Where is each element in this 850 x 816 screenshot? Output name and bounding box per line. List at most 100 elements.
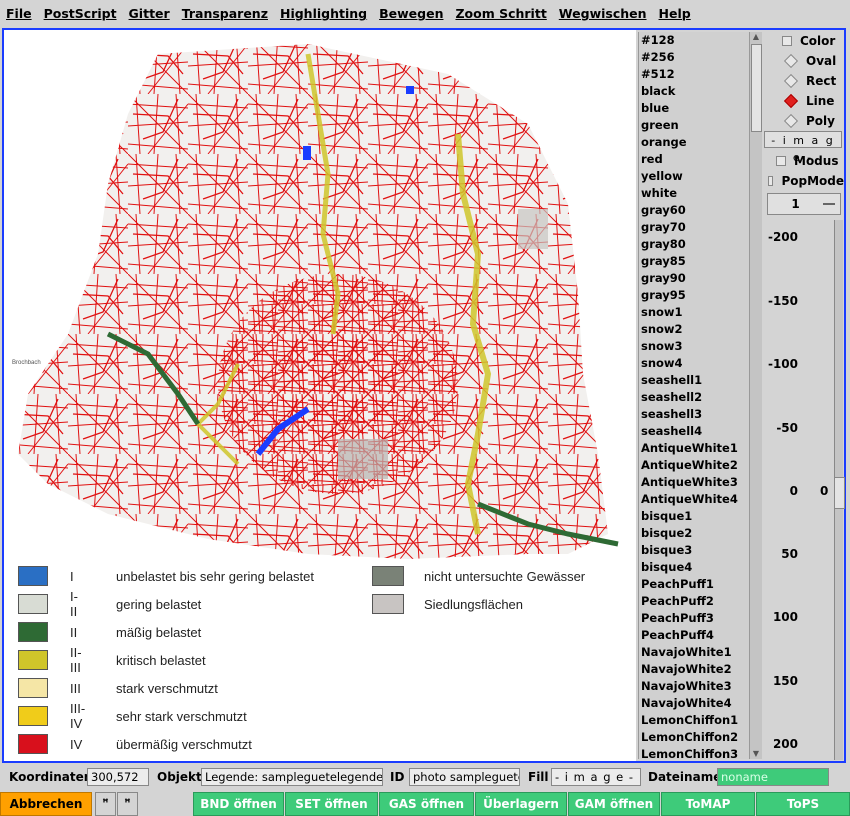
shape-radio-line[interactable]: Line [762, 92, 844, 110]
color-list-item[interactable]: bisque1 [639, 508, 749, 525]
color-list-item[interactable]: AntiqueWhite3 [639, 474, 749, 491]
legend-text: übermäßig verschmutzt [116, 736, 252, 752]
slider-handle[interactable] [834, 477, 845, 509]
menu-file[interactable]: File [0, 6, 38, 21]
color-list-item[interactable]: LemonChiffon1 [639, 712, 749, 729]
color-list-item[interactable]: snow3 [639, 338, 749, 355]
legend-row-5: III stark verschmutzt [18, 678, 218, 698]
color-list[interactable]: #128 #256 #512 black blue green orange red yello… [638, 32, 750, 759]
legend-text: stark verschmutzt [116, 680, 218, 696]
menu-postscript[interactable]: PostScript [38, 6, 123, 21]
color-list-item[interactable]: seashell2 [639, 389, 749, 406]
color-list-item[interactable]: PeachPuff4 [639, 627, 749, 644]
menu-help[interactable]: Help [653, 6, 697, 21]
color-list-item[interactable]: black [639, 83, 749, 100]
color-list-item[interactable]: #256 [639, 49, 749, 66]
abbrechen-button[interactable]: Abbrechen [0, 792, 92, 816]
color-list-item[interactable]: gray85 [639, 253, 749, 270]
color-list-item[interactable]: gray70 [639, 219, 749, 236]
color-list-item[interactable]: NavajoWhite4 [639, 695, 749, 712]
checkbox-icon [776, 156, 786, 166]
gam-oeffnen-button[interactable]: GAM öffnen [568, 792, 660, 816]
menu-zoom-schritt[interactable]: Zoom Schritt [449, 6, 552, 21]
scale-tick: 100 [772, 610, 798, 624]
color-list-item[interactable]: orange [639, 134, 749, 151]
color-list-item[interactable]: gray60 [639, 202, 749, 219]
scroll-up-arrow-icon[interactable]: ▲ [751, 32, 761, 42]
scale-tick: 200 [772, 737, 798, 751]
drawing-canvas[interactable]: Brochbach I unbelastet bis sehr gering b… [4, 30, 636, 761]
legend-text: kritisch belastet [116, 652, 206, 668]
scale-tick: -100 [767, 357, 798, 371]
color-list-item[interactable]: AntiqueWhite4 [639, 491, 749, 508]
color-list-item[interactable]: bisque2 [639, 525, 749, 542]
small-tool-button-2[interactable]: ꟸ [117, 792, 138, 816]
shape-radio-poly[interactable]: Poly [762, 112, 844, 130]
legend-class: III-IV [70, 701, 86, 731]
color-list-item[interactable]: gray90 [639, 270, 749, 287]
legend-swatch [18, 650, 48, 670]
scale-current-value: 0 [820, 484, 829, 498]
color-list-item[interactable]: #512 [639, 66, 749, 83]
color-list-item[interactable]: blue [639, 100, 749, 117]
color-list-item[interactable]: green [639, 117, 749, 134]
image-mode-label[interactable]: - i m a g e - [764, 131, 842, 164]
color-list-item[interactable]: gray95 [639, 287, 749, 304]
small-tool-button-1[interactable]: ꟸ [95, 792, 116, 816]
popmode-checkbox[interactable]: PopMode [762, 172, 844, 190]
color-list-item[interactable]: red [639, 151, 749, 168]
tops-button[interactable]: ToPS [756, 792, 850, 816]
menu-bar: File PostScript Gitter Transparenz Highl… [0, 0, 850, 26]
color-list-item[interactable]: white [639, 185, 749, 202]
color-list-item[interactable]: seashell1 [639, 372, 749, 389]
gas-oeffnen-button[interactable]: GAS öffnen [379, 792, 474, 816]
menu-transparenz[interactable]: Transparenz [176, 6, 274, 21]
color-list-item[interactable]: snow4 [639, 355, 749, 372]
legend-text: Siedlungsflächen [424, 596, 524, 612]
legend-swatch [18, 594, 48, 614]
color-list-item[interactable]: gray80 [639, 236, 749, 253]
scale-tick: -50 [776, 421, 798, 435]
color-list-item[interactable]: LemonChiffon3 [639, 746, 749, 759]
color-list-item[interactable]: PeachPuff1 [639, 576, 749, 593]
color-list-item[interactable]: snow1 [639, 304, 749, 321]
menu-bewegen[interactable]: Bewegen [373, 6, 449, 21]
tomap-button[interactable]: ToMAP [661, 792, 755, 816]
radio-icon [783, 73, 799, 89]
color-list-item[interactable]: bisque3 [639, 542, 749, 559]
color-list-item[interactable]: bisque4 [639, 559, 749, 576]
menu-wegwischen[interactable]: Wegwischen [553, 6, 653, 21]
dateiname-input[interactable]: noname [717, 768, 829, 786]
legend-class: I-II [70, 589, 78, 619]
step-dropdown[interactable]: 1 [767, 193, 841, 215]
color-list-item[interactable]: seashell4 [639, 423, 749, 440]
scrollbar-thumb[interactable] [751, 44, 762, 132]
color-list-item[interactable]: NavajoWhite1 [639, 644, 749, 661]
bnd-oeffnen-button[interactable]: BND öffnen [193, 792, 284, 816]
ueberlagern-button[interactable]: Überlagern [475, 792, 567, 816]
color-checkbox[interactable]: Color [762, 32, 844, 50]
color-list-item[interactable]: LemonChiffon2 [639, 729, 749, 746]
zoom-slider[interactable] [834, 220, 845, 760]
scroll-down-arrow-icon[interactable]: ▼ [751, 749, 761, 759]
modus-checkbox[interactable]: Modus [762, 152, 844, 170]
color-list-item[interactable]: yellow [639, 168, 749, 185]
color-list-item[interactable]: #128 [639, 32, 749, 49]
color-list-item[interactable]: PeachPuff2 [639, 593, 749, 610]
color-list-scrollbar[interactable]: ▲ ▼ [749, 32, 762, 759]
shape-radio-oval[interactable]: Oval [762, 52, 844, 70]
menu-gitter[interactable]: Gitter [123, 6, 176, 21]
color-list-item[interactable]: snow2 [639, 321, 749, 338]
legend-swatch [372, 566, 404, 586]
color-list-item[interactable]: seashell3 [639, 406, 749, 423]
color-list-item[interactable]: NavajoWhite3 [639, 678, 749, 695]
color-list-item[interactable]: PeachPuff3 [639, 610, 749, 627]
color-list-item[interactable]: NavajoWhite2 [639, 661, 749, 678]
color-list-item[interactable]: AntiqueWhite1 [639, 440, 749, 457]
menu-highlighting[interactable]: Highlighting [274, 6, 373, 21]
map-image: Brochbach [8, 34, 632, 757]
set-oeffnen-button[interactable]: SET öffnen [285, 792, 378, 816]
color-list-item[interactable]: AntiqueWhite2 [639, 457, 749, 474]
checkbox-icon [782, 36, 792, 46]
shape-radio-rect[interactable]: Rect [762, 72, 844, 90]
